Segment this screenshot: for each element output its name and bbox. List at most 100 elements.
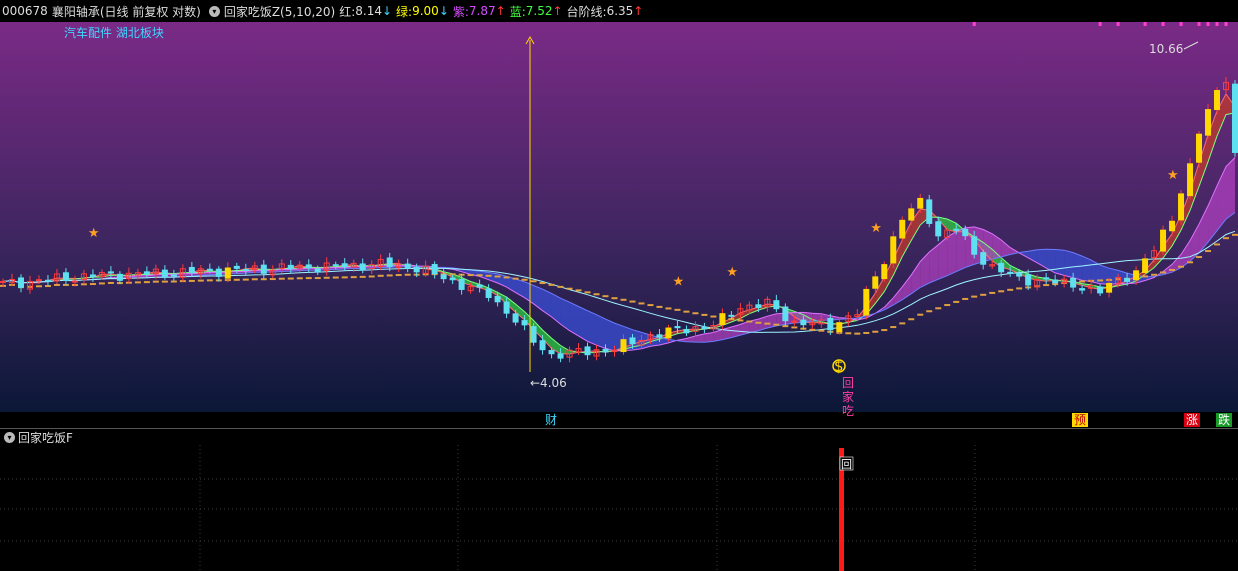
candle-body: [656, 334, 663, 338]
vertical-char-3: 吃: [841, 404, 854, 418]
candle-body: [1025, 274, 1032, 286]
candle-body: [1187, 163, 1194, 197]
candle-body: [494, 295, 501, 303]
candle-body: [359, 263, 366, 271]
candle-body: [530, 326, 537, 343]
candle-body: [233, 265, 240, 269]
candle-body: [1232, 83, 1238, 153]
person-signal-icon: ★: [726, 265, 738, 280]
person-signal-icon: ★: [870, 221, 882, 236]
candle-body: [413, 266, 420, 273]
candle-body: [242, 268, 249, 271]
candle-body: [539, 340, 546, 351]
candle-body: [449, 277, 456, 281]
top-signal-tick: [1224, 22, 1228, 26]
candle-body: [62, 272, 69, 281]
tag-die: 跌: [1216, 413, 1233, 427]
candle-body: [800, 319, 807, 326]
candle-body: [1043, 277, 1050, 280]
tag-cai: 财: [545, 413, 558, 427]
candle-body: [215, 268, 222, 277]
candle-body: [782, 306, 789, 322]
candle-body: [1070, 277, 1077, 288]
long-ribbon-segment: [587, 310, 597, 346]
step-value: 6.35: [606, 4, 634, 18]
candle-body: [1133, 270, 1140, 281]
vertical-char-2: 家: [841, 390, 854, 404]
candle-body: [962, 228, 969, 237]
candle-body: [872, 276, 879, 289]
long-ribbon-segment: [1226, 157, 1235, 220]
long-ribbon-segment: [947, 231, 957, 276]
stock-code: 000678: [2, 4, 48, 18]
candle-body: [17, 277, 24, 288]
top-signal-tick: [1098, 22, 1102, 26]
blue-value: 7.52: [525, 4, 553, 18]
high-price-label: 10.66: [1149, 42, 1183, 56]
panel-divider[interactable]: [0, 428, 1238, 429]
top-signal-tick: [972, 22, 976, 26]
long-ribbon-segment: [596, 314, 606, 349]
candle-body: [665, 327, 672, 339]
candle-body: [1160, 229, 1167, 252]
candle-body: [1106, 282, 1113, 293]
candle-body: [1007, 271, 1014, 274]
green-label: 绿:: [396, 4, 413, 19]
candle-body: [170, 274, 177, 277]
candle-body: [440, 274, 447, 280]
step-label: 台阶线:: [566, 4, 607, 19]
person-signal-icon: ★: [1167, 168, 1179, 183]
candle-body: [44, 279, 51, 282]
step-arrow-icon: ↑: [633, 4, 644, 18]
chart-header: 000678 襄阳轴承 (日线 前复权 对数) ▾ 回家吃饭Z(5,10,20)…: [0, 0, 1238, 22]
candle-body: [503, 301, 510, 314]
sector-label[interactable]: 汽车配件 湖北板块: [64, 24, 164, 41]
vertical-char-1: 回: [841, 376, 854, 390]
candle-body: [548, 349, 555, 355]
long-ribbon-segment: [578, 306, 588, 342]
vertical-signal-text: 回 家 吃: [841, 376, 855, 418]
candle-body: [926, 199, 933, 224]
signal-tag-strip: [0, 412, 1238, 428]
long-ribbon-segment: [1109, 268, 1119, 285]
sub-panel-header: ▾ 回家吃饭F: [0, 429, 73, 445]
candle-body: [701, 326, 708, 330]
candle-body: [755, 304, 762, 308]
candle-body: [89, 274, 96, 278]
chart-background: [0, 22, 1238, 416]
candle-body: [143, 271, 150, 275]
candle-body: [629, 337, 636, 344]
candle-body: [485, 288, 492, 298]
candle-body: [1124, 278, 1131, 282]
sub-panel-title[interactable]: 回家吃饭F: [18, 429, 73, 446]
candle-body: [557, 353, 564, 359]
candle-body: [1214, 90, 1221, 111]
candle-body: [431, 263, 438, 274]
red-arrow-icon: ↓: [381, 4, 393, 18]
tag-zhang: 涨: [1184, 413, 1201, 427]
candle-body: [773, 300, 780, 310]
sub-indicator-chevron-down-icon[interactable]: ▾: [4, 431, 15, 443]
top-signal-tick: [1215, 22, 1219, 26]
long-ribbon-segment: [1055, 249, 1065, 276]
candle-body: [980, 252, 987, 265]
candle-body: [224, 267, 231, 279]
sub-indicator-chart[interactable]: 回: [0, 445, 1238, 571]
candle-body: [404, 263, 411, 269]
indicator-menu-chevron-down-icon[interactable]: ▾: [208, 5, 220, 17]
top-signal-tick: [1179, 22, 1183, 26]
low-price-label: ←4.06: [530, 376, 567, 390]
purple-value: 7.87: [468, 4, 496, 18]
top-signal-tick: [1197, 22, 1201, 26]
candle-body: [1097, 286, 1104, 294]
candle-body: [836, 322, 843, 332]
indicator-name[interactable]: 回家吃饭Z(5,10,20): [224, 3, 335, 20]
long-ribbon-segment: [1064, 250, 1074, 278]
candle-body: [314, 268, 321, 273]
candle-body: [908, 208, 915, 221]
price-chart[interactable]: ★★★★★ 10.66 ←4.06 $: [0, 22, 1238, 416]
candle-body: [305, 264, 312, 269]
period-info: (日线 前复权 对数): [99, 4, 201, 19]
candle-body: [287, 264, 294, 270]
candle-body: [476, 284, 483, 288]
